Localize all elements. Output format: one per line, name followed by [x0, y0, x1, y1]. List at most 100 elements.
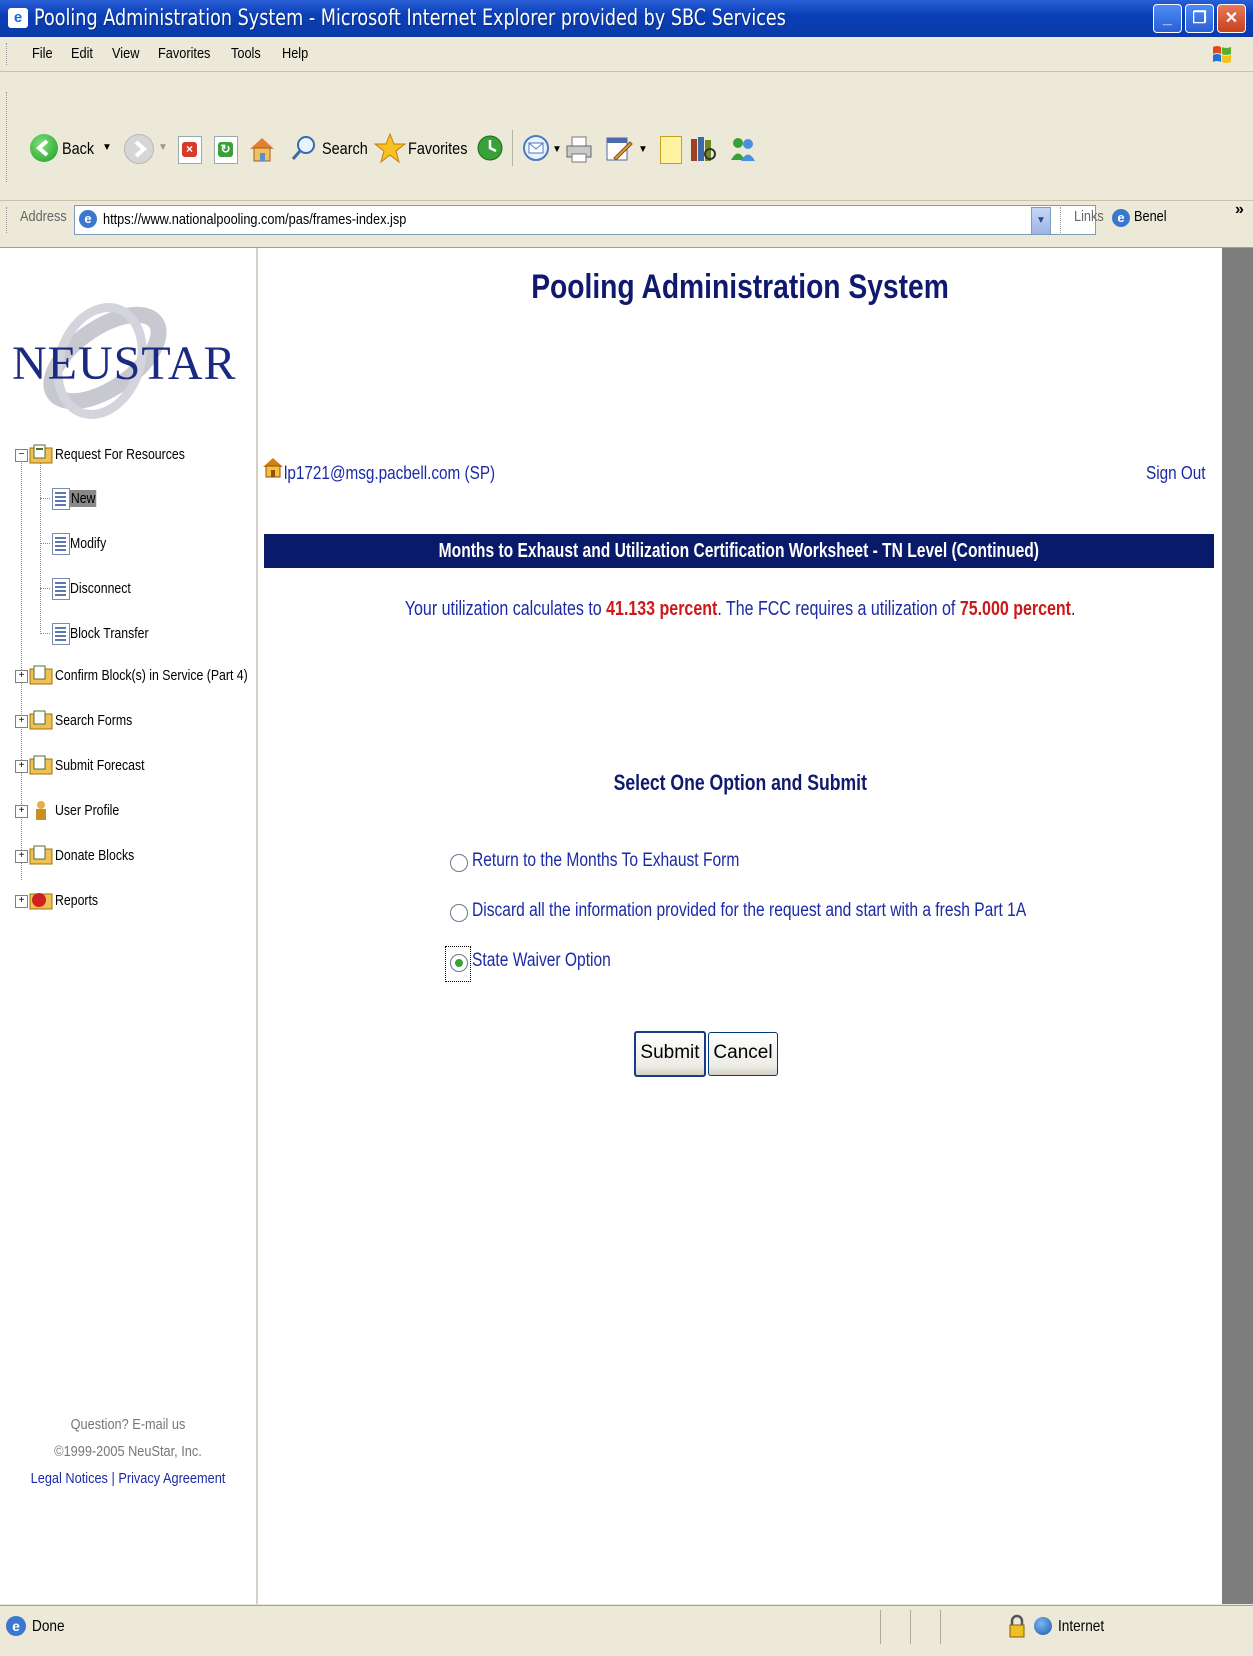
toolbar-separator: [512, 130, 515, 166]
address-dropdown-button[interactable]: ▼: [1031, 207, 1051, 235]
forward-button[interactable]: ▼: [120, 134, 170, 164]
tree-item-request-for-resources[interactable]: − Request For Resources: [15, 444, 255, 468]
sign-out-link[interactable]: Sign Out: [1146, 463, 1206, 484]
radio-button-checked[interactable]: [450, 954, 468, 972]
select-heading: Select One Option and Submit: [258, 770, 1222, 796]
favorites-button[interactable]: Favorites: [374, 132, 474, 164]
refresh-icon: ↻: [218, 142, 233, 157]
document-icon: [52, 488, 70, 510]
menu-tools[interactable]: Tools: [231, 45, 261, 62]
page-done-icon: e: [6, 1616, 26, 1636]
tree-label: Submit Forecast: [55, 757, 145, 774]
forward-dropdown-icon[interactable]: ▼: [158, 142, 168, 153]
menu-favorites[interactable]: Favorites: [158, 45, 210, 62]
minimize-button[interactable]: _: [1153, 4, 1182, 33]
banner-text: Months to Exhaust and Utilization Certif…: [438, 540, 1040, 562]
tree-item-disconnect[interactable]: Disconnect: [40, 576, 240, 602]
frame-border: [1222, 248, 1253, 1604]
home-icon[interactable]: [246, 134, 278, 164]
tree-label: Donate Blocks: [55, 847, 135, 864]
window-title: Pooling Administration System - Microsof…: [34, 6, 786, 31]
page-title: Pooling Administration System: [531, 268, 949, 306]
menu-view[interactable]: View: [112, 45, 139, 62]
folder-icon: [29, 845, 53, 865]
edit-dropdown-icon[interactable]: ▼: [638, 144, 648, 155]
folder-icon: [29, 710, 53, 730]
history-icon[interactable]: [476, 134, 504, 162]
option-state-waiver[interactable]: State Waiver Option: [445, 946, 1148, 982]
submit-button[interactable]: Submit: [634, 1031, 706, 1077]
menu-file[interactable]: File: [32, 45, 53, 62]
home-icon[interactable]: [262, 456, 284, 478]
option-discard-request[interactable]: Discard all the information provided for…: [448, 900, 1148, 926]
fcc-value: 75.000 percent: [959, 598, 1071, 620]
footer-links: Legal Notices | Privacy Agreement: [19, 1470, 237, 1487]
logo-text: NEUSTAR: [12, 337, 237, 390]
radio-button[interactable]: [450, 904, 468, 922]
option-label: State Waiver Option: [472, 950, 611, 971]
status-text: Done: [32, 1618, 65, 1635]
refresh-button[interactable]: ↻: [214, 136, 238, 164]
window-titlebar: e Pooling Administration System - Micros…: [0, 0, 1253, 37]
tree-label: Confirm Block(s) in Service (Part 4): [55, 667, 248, 684]
tree-item-search-forms[interactable]: + Search Forms: [15, 710, 255, 734]
expand-icon[interactable]: +: [15, 895, 28, 908]
tree-label: Search Forms: [55, 712, 133, 729]
address-url: https://www.nationalpooling.com/pas/fram…: [103, 211, 407, 228]
mail-icon[interactable]: [522, 134, 552, 162]
favorites-label: Favorites: [408, 139, 468, 158]
expand-icon[interactable]: +: [15, 715, 28, 728]
star-icon: [374, 132, 406, 164]
reports-folder-icon: [29, 893, 53, 910]
tree-item-user-profile[interactable]: + User Profile: [15, 800, 255, 824]
search-label: Search: [322, 139, 368, 158]
expand-icon[interactable]: +: [15, 760, 28, 773]
radio-button[interactable]: [450, 854, 468, 872]
tree-item-confirm-blocks[interactable]: + Confirm Block(s) in Service (Part 4): [15, 665, 255, 689]
close-button[interactable]: ✕: [1217, 4, 1246, 33]
collapse-icon[interactable]: −: [15, 449, 28, 462]
tree-item-modify[interactable]: Modify: [40, 531, 240, 557]
menu-bar: File Edit View Favorites Tools Help: [0, 37, 1253, 72]
stop-button[interactable]: ×: [178, 136, 202, 164]
address-input[interactable]: e https://www.nationalpooling.com/pas/fr…: [74, 205, 1096, 235]
windows-logo-icon: [1213, 46, 1231, 63]
tree-item-reports[interactable]: + Reports: [15, 890, 255, 914]
print-icon[interactable]: [564, 134, 594, 164]
tree-branch: [40, 588, 50, 589]
maximize-button[interactable]: ❐: [1185, 4, 1214, 33]
legal-notices-link[interactable]: Legal Notices: [31, 1470, 108, 1487]
links-item-benel[interactable]: e Benel: [1112, 205, 1212, 233]
menu-help[interactable]: Help: [282, 45, 308, 62]
status-divider: [880, 1610, 881, 1644]
select-heading-text: Select One Option and Submit: [613, 770, 867, 795]
links-chevron-icon[interactable]: »: [1235, 201, 1244, 219]
menu-edit[interactable]: Edit: [71, 45, 93, 62]
tree-label: Reports: [55, 892, 99, 909]
search-button[interactable]: Search: [290, 132, 370, 164]
folder-icon: [29, 665, 53, 685]
contact-text: Question? E-mail us: [70, 1416, 186, 1433]
mail-dropdown-icon[interactable]: ▼: [552, 144, 562, 155]
tree-item-block-transfer[interactable]: Block Transfer: [40, 621, 240, 647]
back-button[interactable]: Back ▼: [28, 132, 118, 164]
expand-icon[interactable]: +: [15, 670, 28, 683]
messenger-icon[interactable]: [728, 134, 758, 164]
option-return-to-mte[interactable]: Return to the Months To Exhaust Form: [448, 850, 1148, 876]
tree-item-donate-blocks[interactable]: + Donate Blocks: [15, 845, 255, 869]
tree-label: Block Transfer: [70, 625, 149, 642]
edit-icon[interactable]: [604, 134, 634, 164]
tree-item-new[interactable]: New: [40, 486, 240, 512]
cancel-button[interactable]: Cancel: [708, 1032, 778, 1076]
research-icon[interactable]: [688, 134, 718, 164]
back-arrow-icon: [30, 134, 58, 162]
neustar-logo: NEUSTAR: [0, 276, 240, 446]
expand-icon[interactable]: +: [15, 850, 28, 863]
privacy-agreement-link[interactable]: Privacy Agreement: [118, 1470, 225, 1487]
expand-icon[interactable]: +: [15, 805, 28, 818]
copyright-text: ©1999-2005 NeuStar, Inc.: [54, 1443, 202, 1460]
back-dropdown-icon[interactable]: ▼: [102, 142, 112, 153]
page-icon: e: [79, 210, 97, 228]
tree-item-submit-forecast[interactable]: + Submit Forecast: [15, 755, 255, 779]
discuss-icon[interactable]: [660, 136, 682, 164]
